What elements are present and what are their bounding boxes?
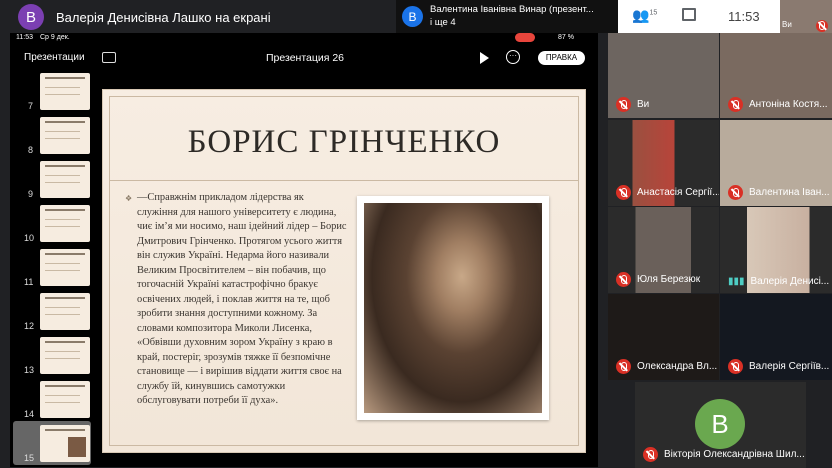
slide-thumbnail[interactable] xyxy=(40,249,90,286)
mic-off-icon xyxy=(616,97,631,112)
slide-thumbnail[interactable] xyxy=(40,337,90,374)
slide-thumbnail[interactable] xyxy=(40,161,90,198)
portrait-photo xyxy=(364,203,542,413)
title-divider xyxy=(109,180,579,181)
participant-name: Валерія Сергіїв... xyxy=(749,361,830,372)
edit-button[interactable]: ПРАВКА xyxy=(538,51,585,65)
slide-number: 7 xyxy=(28,101,34,111)
participant-name: Валерія Денисі... xyxy=(750,276,830,287)
more-icon[interactable]: ··· xyxy=(506,50,520,64)
slide-thumbnail[interactable] xyxy=(40,205,90,242)
slide-number: 8 xyxy=(28,145,34,155)
presenter-avatar: В xyxy=(18,4,44,30)
slide-number: 14 xyxy=(24,409,35,419)
participant-tile[interactable]: В Вікторія Олександрівна Шил... xyxy=(635,382,806,468)
other-presenter-chip[interactable]: В Валентина Іванівна Винар (презент... і… xyxy=(396,0,618,33)
participant-name: Вікторія Олександрівна Шил... xyxy=(664,449,805,460)
slide-number: 10 xyxy=(24,233,35,243)
participant-name: Ви xyxy=(637,99,650,110)
portrait-image xyxy=(357,196,549,420)
slide-thumbnail[interactable] xyxy=(40,73,90,110)
mic-off-icon xyxy=(616,272,631,287)
mic-off-icon xyxy=(616,359,631,374)
recording-indicator xyxy=(515,33,535,42)
slide-number: 11 xyxy=(24,277,34,287)
other-presenter-more: і ще 4 xyxy=(430,17,456,28)
participant-tile[interactable]: Валерія Сергіїв... xyxy=(720,294,832,380)
slide-number: 15 xyxy=(24,453,35,463)
status-date: Ср 9 дек. xyxy=(40,34,70,41)
slide-thumbnail[interactable] xyxy=(40,381,90,418)
self-video-thumb[interactable]: Ви xyxy=(780,0,832,33)
slide-number: 9 xyxy=(28,189,34,199)
slide-number: 12 xyxy=(24,321,35,331)
participant-tile[interactable]: Ви xyxy=(608,33,719,118)
participant-tile[interactable]: Юля Березюк xyxy=(608,207,719,293)
presenter-banner: Валерія Денисівна Лашко на екрані xyxy=(56,10,271,25)
mic-off-icon xyxy=(616,185,631,200)
mic-off-icon xyxy=(728,359,743,374)
play-icon[interactable] xyxy=(480,52,489,64)
slide-thumbnail-selected[interactable] xyxy=(40,425,90,462)
self-label: Ви xyxy=(782,20,792,29)
participant-tile[interactable]: Олександра Вл... xyxy=(608,294,719,380)
other-presenter-avatar: В xyxy=(402,6,423,27)
battery-status: 87 % xyxy=(558,34,574,41)
slide-thumbnail[interactable] xyxy=(40,117,90,154)
participant-tile[interactable]: Валентина Іван... xyxy=(720,120,832,206)
sidebar-toggle-icon[interactable] xyxy=(102,52,116,63)
people-button[interactable]: 👥15 xyxy=(632,7,657,24)
other-presenter-name: Валентина Іванівна Винар (презент... xyxy=(430,4,594,15)
participant-avatar: В xyxy=(695,399,745,449)
mic-off-icon xyxy=(728,97,743,112)
participant-name: Валентина Іван... xyxy=(749,187,830,198)
participant-name: Юля Березюк xyxy=(637,274,701,285)
participant-tile[interactable]: Анастасія Сергії... xyxy=(608,120,719,206)
slide-thumbnail[interactable] xyxy=(40,293,90,330)
bullet-icon: ❖ xyxy=(125,194,133,203)
presentations-back[interactable]: Презентации xyxy=(24,52,85,63)
participant-name: Олександра Вл... xyxy=(637,361,718,372)
self-muted-icon xyxy=(816,19,828,32)
clock: 11:53 xyxy=(728,9,760,24)
participants-count: 15 xyxy=(649,9,658,17)
document-title: Презентация 26 xyxy=(266,52,345,64)
speaking-icon: ▮▮▮ xyxy=(728,276,745,287)
mic-off-icon xyxy=(643,447,658,462)
meet-controls: 👥15 11:53 xyxy=(618,0,780,33)
mic-off-icon xyxy=(728,185,743,200)
participant-name: Антоніна Костя... xyxy=(749,99,828,110)
slide-title: БОРИС ГРІНЧЕНКО xyxy=(187,124,501,160)
slide-canvas: БОРИС ГРІНЧЕНКО ❖ —Справжнім прикладом л… xyxy=(102,89,586,453)
slide-body: —Справжнім прикладом лідерства як служін… xyxy=(137,192,347,406)
shared-screen: 11:53 Ср 9 дек. 87 % Презентации Презент… xyxy=(10,33,598,467)
slide-number: 13 xyxy=(24,365,35,375)
status-time: 11:53 xyxy=(16,34,33,41)
participant-tile[interactable]: Антоніна Костя... xyxy=(720,33,832,118)
participant-name: Анастасія Сергії... xyxy=(637,187,719,198)
chat-icon[interactable] xyxy=(682,8,696,21)
participant-tile[interactable]: ▮▮▮ Валерія Денисі... xyxy=(720,207,832,293)
